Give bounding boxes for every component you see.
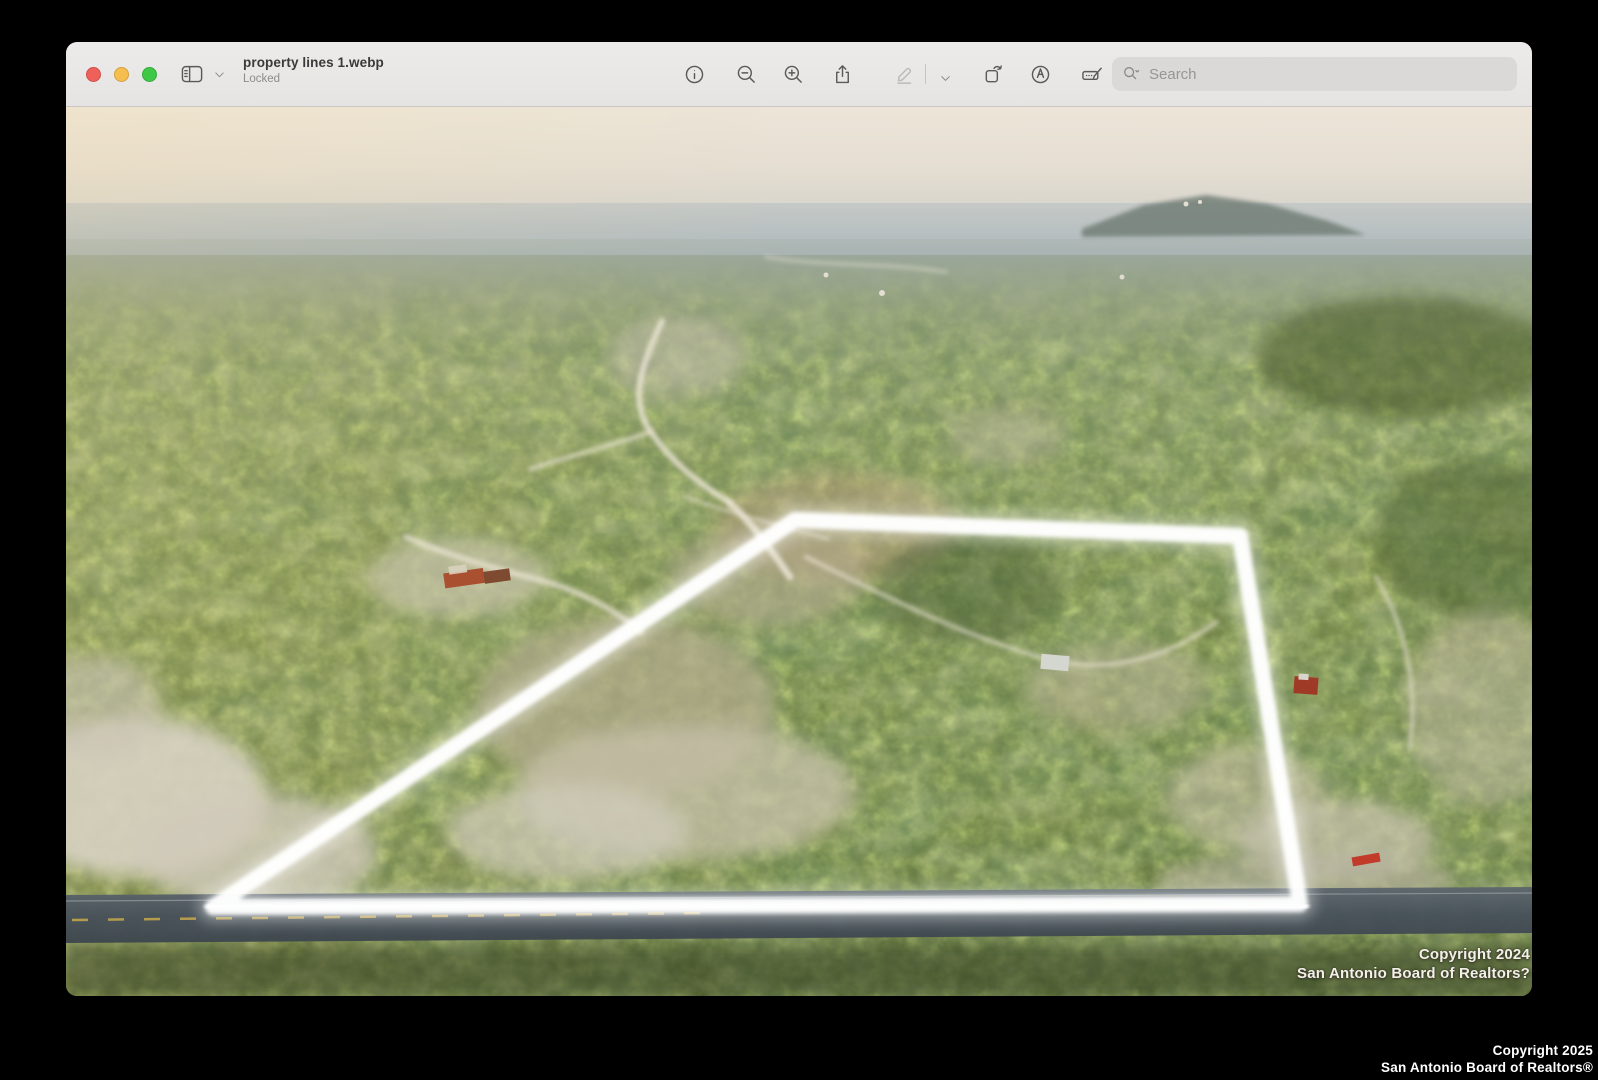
rotate-icon[interactable] [981, 62, 1005, 86]
sidebar-toggle-icon[interactable] [180, 62, 204, 86]
aerial-photo-rendering [66, 107, 1532, 996]
fill-and-sign-icon[interactable] [1078, 62, 1108, 86]
window-title-block: property lines 1.webp Locked [243, 56, 384, 85]
toolbar-divider [925, 64, 926, 84]
info-icon[interactable] [682, 62, 706, 86]
markup-pencil-icon[interactable] [892, 62, 916, 86]
zoom-button[interactable] [142, 67, 157, 82]
traffic-lights [86, 67, 157, 82]
titlebar: property lines 1.webp Locked [66, 42, 1532, 107]
search-icon [1122, 65, 1141, 84]
desktop-background: { "page": { "background_color": "#000000… [0, 0, 1598, 1080]
markup-options-chevron-icon[interactable] [937, 66, 953, 90]
close-button[interactable] [86, 67, 101, 82]
photo-watermark-line2: San Antonio Board of Realtors? [1297, 964, 1530, 983]
photo-watermark-line1: Copyright 2024 [1297, 945, 1530, 964]
zoom-out-icon[interactable] [734, 62, 758, 86]
search-input[interactable] [1147, 65, 1507, 84]
minimize-button[interactable] [114, 67, 129, 82]
share-icon[interactable] [830, 62, 854, 86]
search-field[interactable] [1112, 57, 1517, 91]
page-copyright: Copyright 2025 San Antonio Board of Real… [1381, 1043, 1593, 1076]
page-copyright-line2: San Antonio Board of Realtors® [1381, 1060, 1593, 1077]
window-subtitle: Locked [243, 74, 384, 86]
sidebar-chevron-icon[interactable] [211, 62, 227, 86]
aerial-photo: Copyright 2024 San Antonio Board of Real… [66, 107, 1532, 996]
window-title: property lines 1.webp [243, 56, 384, 70]
photo-watermark: Copyright 2024 San Antonio Board of Real… [1297, 945, 1530, 983]
preview-window: property lines 1.webp Locked [66, 42, 1532, 996]
page-copyright-line1: Copyright 2025 [1381, 1043, 1593, 1060]
draw-icon[interactable] [1028, 62, 1052, 86]
zoom-in-icon[interactable] [781, 62, 805, 86]
